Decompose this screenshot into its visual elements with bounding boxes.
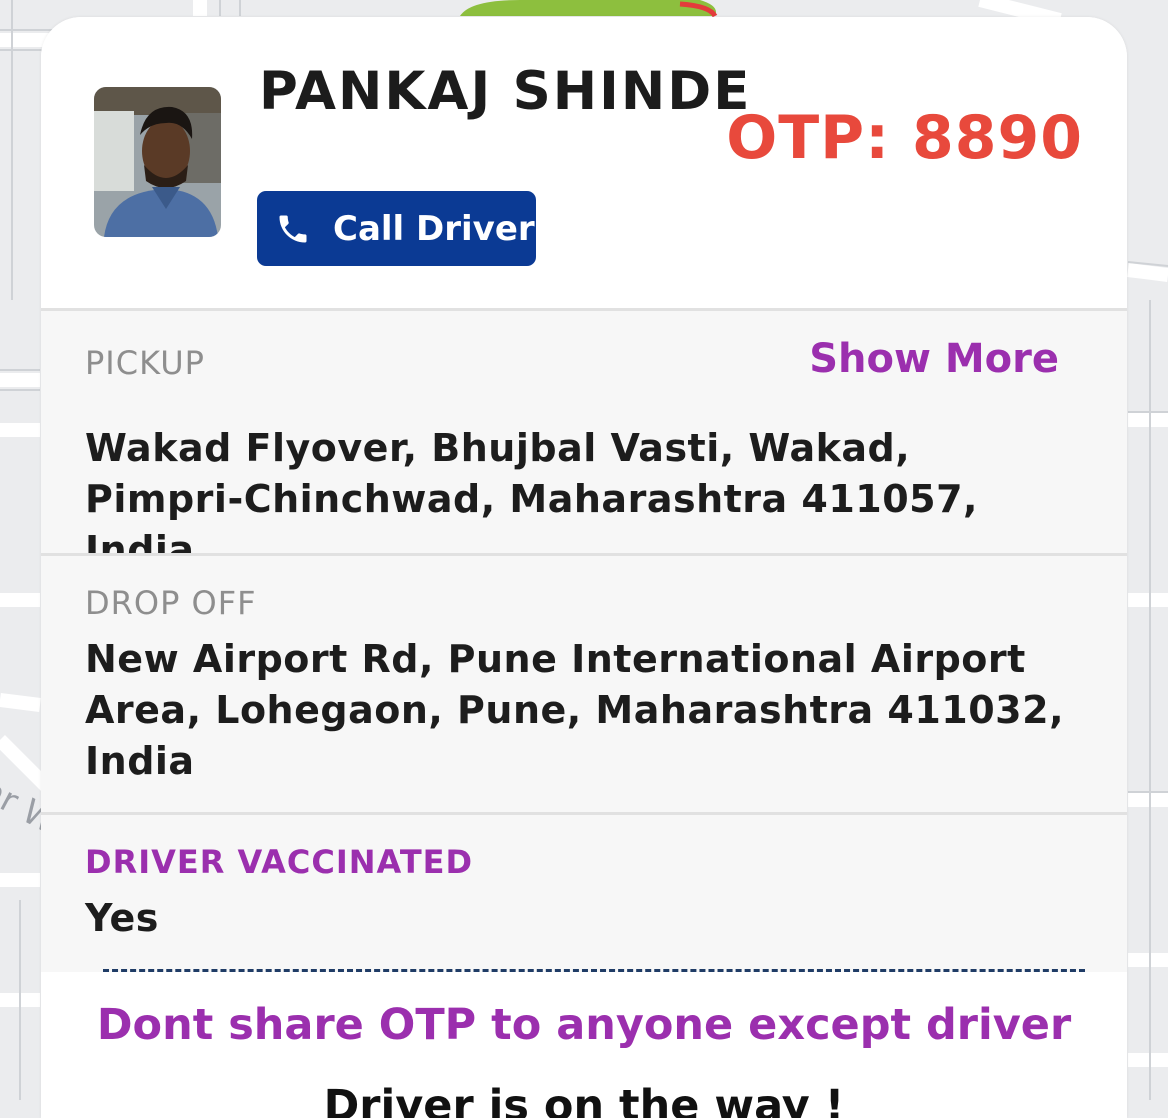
driver-card: PANKAJ SHINDE OTP: 8890 Call Driver PICK… <box>41 17 1127 1118</box>
call-driver-button[interactable]: Call Driver <box>257 191 536 266</box>
vaccination-section: DRIVER VACCINATED Yes <box>41 815 1127 972</box>
call-driver-label: Call Driver <box>333 208 535 249</box>
phone-icon <box>275 211 311 247</box>
pickup-section: PICKUP Show More Wakad Flyover, Bhujbal … <box>41 311 1127 572</box>
driver-photo <box>94 87 221 237</box>
dashed-divider <box>103 969 1085 972</box>
pickup-label: PICKUP <box>85 344 205 382</box>
otp-warning: Dont share OTP to anyone except driver <box>96 1000 1072 1050</box>
dropoff-section: DROP OFF New Airport Rd, Pune Internatio… <box>41 556 1127 812</box>
dropoff-address: New Airport Rd, Pune International Airpo… <box>85 637 1064 783</box>
vaccination-label: DRIVER VACCINATED <box>85 843 474 881</box>
show-more-link[interactable]: Show More <box>809 336 1059 382</box>
driver-photo-image <box>94 87 221 237</box>
vaccination-value: Yes <box>85 896 159 940</box>
dropoff-label: DROP OFF <box>85 584 257 622</box>
driver-name: PANKAJ SHINDE <box>259 61 752 122</box>
otp-code: OTP: 8890 <box>726 103 1083 173</box>
driver-status: Driver is on the way ! <box>323 1081 845 1118</box>
driver-header: PANKAJ SHINDE OTP: 8890 Call Driver <box>41 17 1127 309</box>
